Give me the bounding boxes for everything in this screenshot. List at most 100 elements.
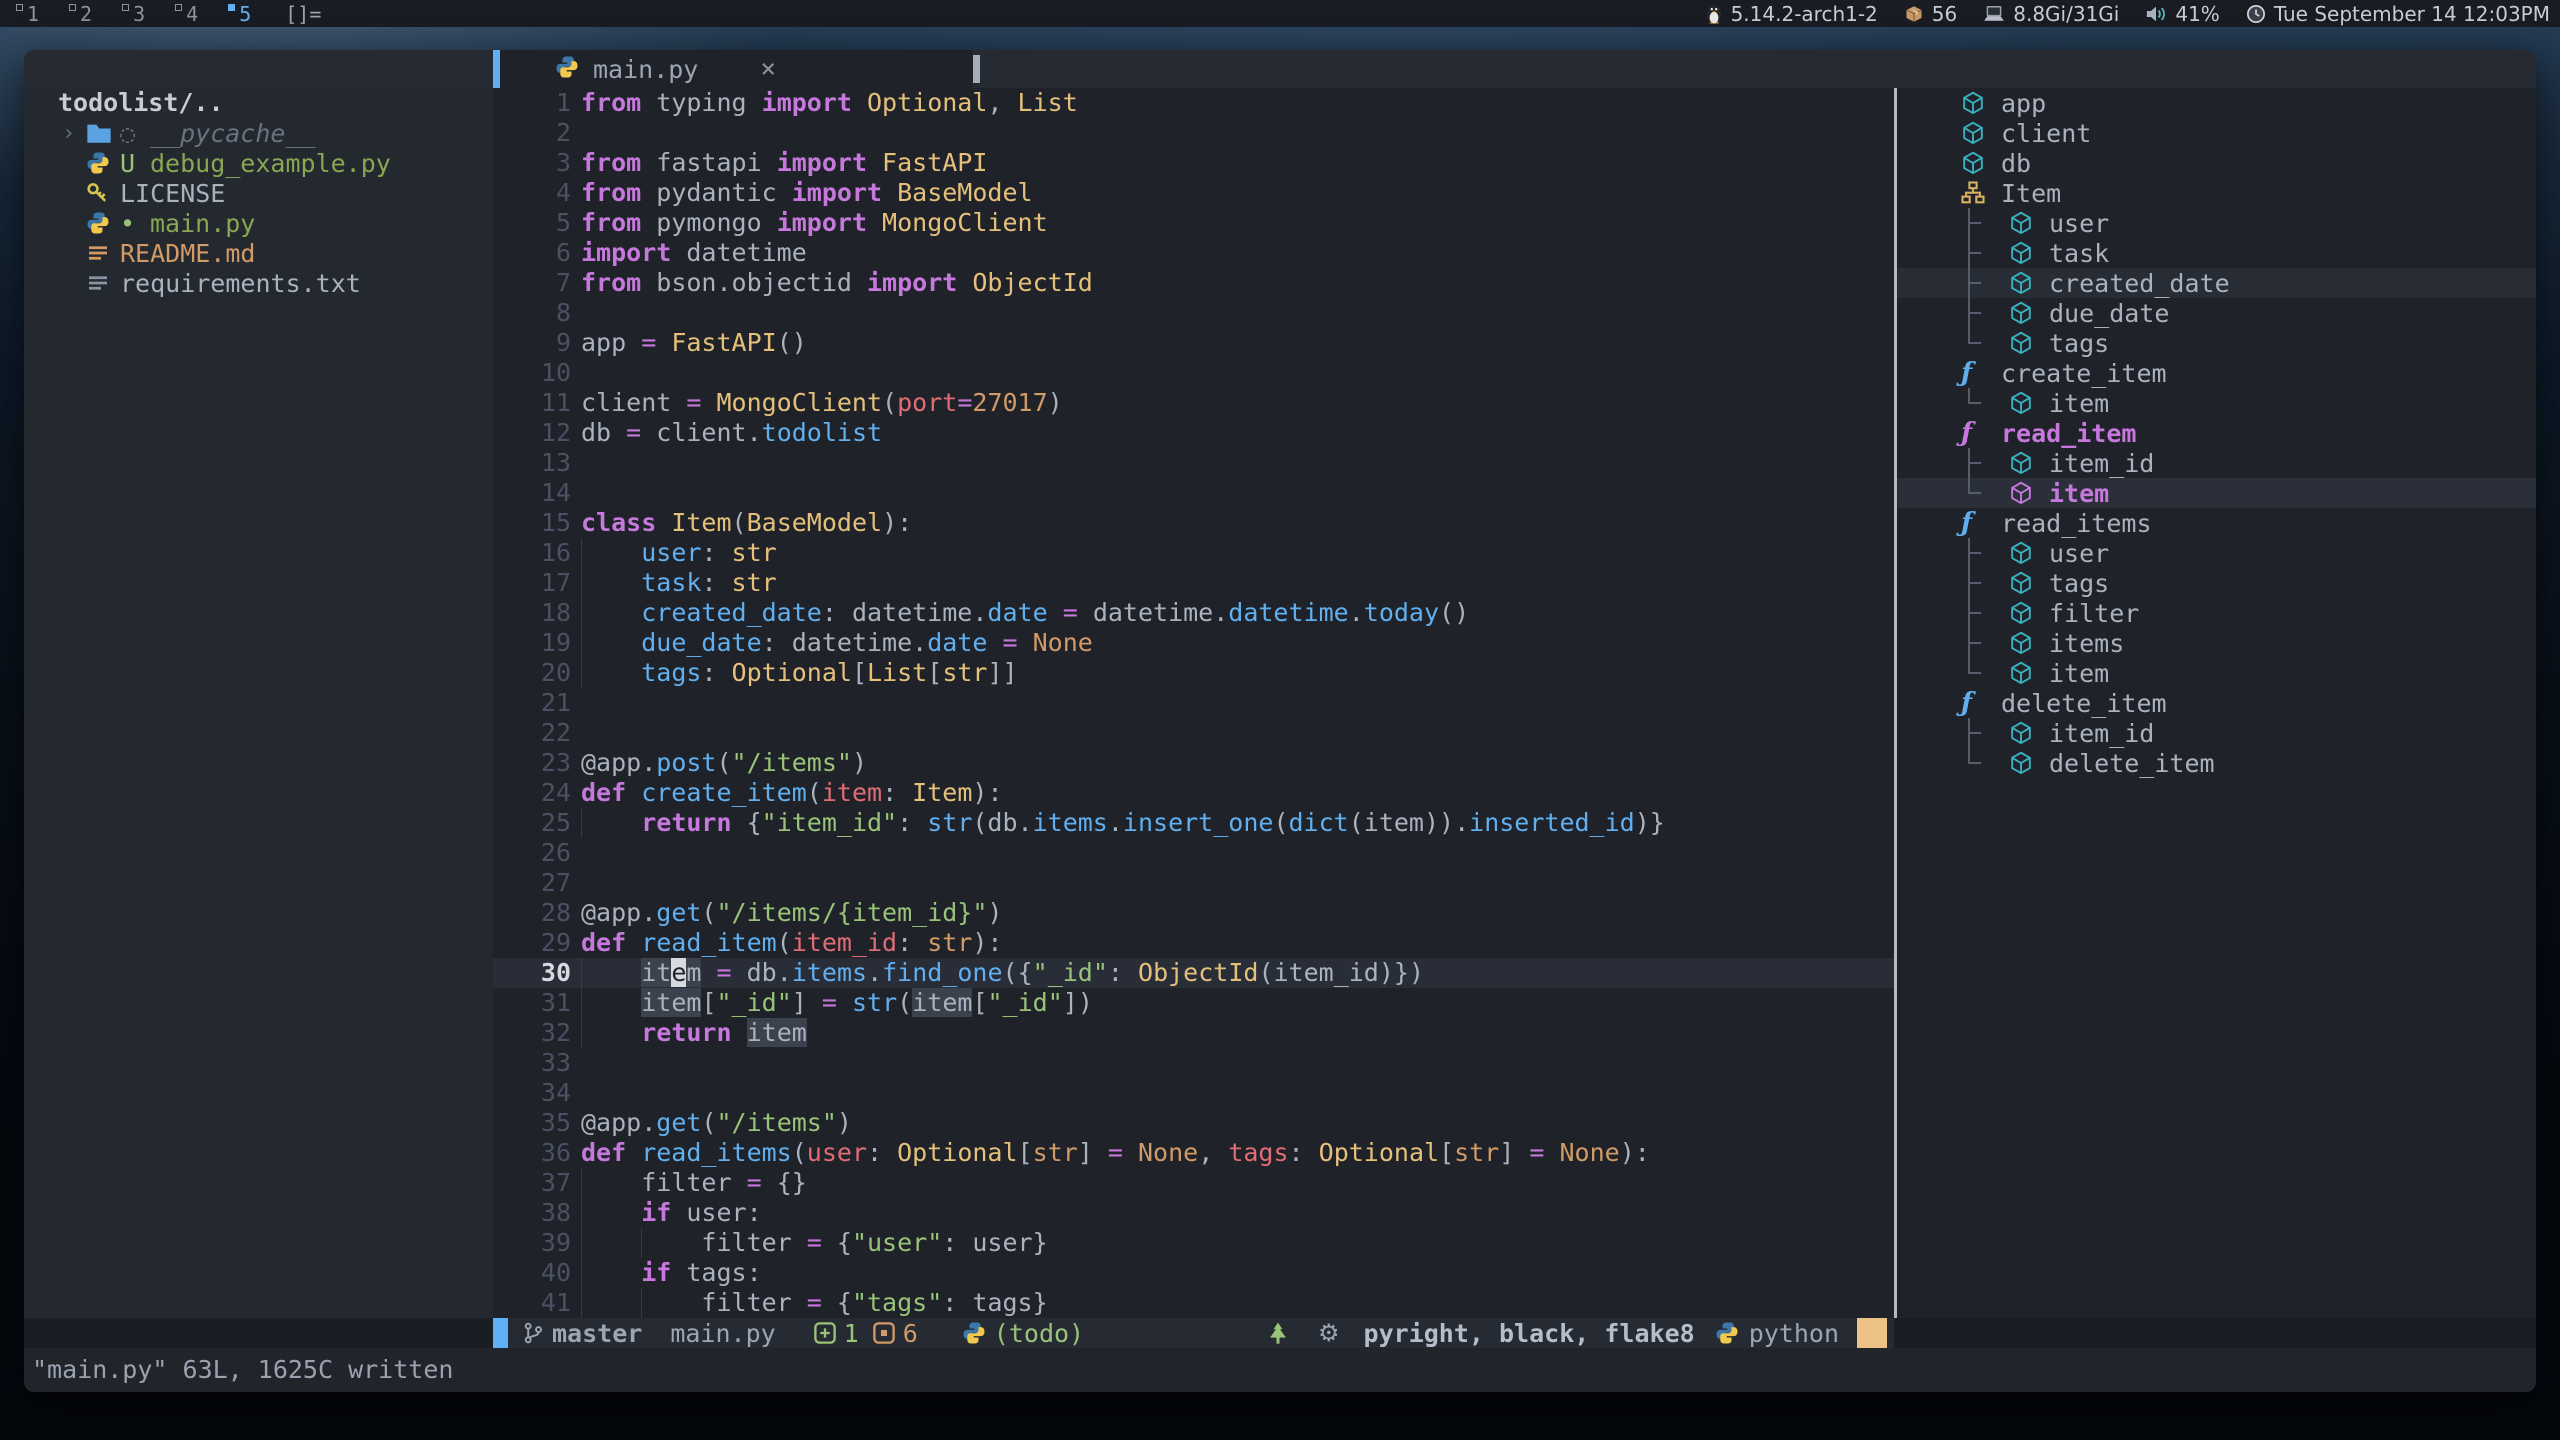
file-tree-item-main.py[interactable]: •main.py <box>24 208 493 238</box>
code-line-2[interactable]: 2 <box>493 118 1894 148</box>
tag-item-tags[interactable]: tags <box>1897 568 2536 598</box>
file-tree-item-debug_example.py[interactable]: Udebug_example.py <box>24 148 493 178</box>
code-line-37[interactable]: 37 filter = {} <box>493 1168 1894 1198</box>
code-line-12[interactable]: 12db = client.todolist <box>493 418 1894 448</box>
code-line-29[interactable]: 29def read_item(item_id: str): <box>493 928 1894 958</box>
variable-cube-icon <box>2009 331 2035 356</box>
code-line-18[interactable]: 18 created_date: datetime.date = datetim… <box>493 598 1894 628</box>
tag-name: read_item <box>2001 419 2136 448</box>
tag-item-item[interactable]: item <box>1897 658 2536 688</box>
code-line-7[interactable]: 7from bson.objectid import ObjectId <box>493 268 1894 298</box>
tag-name: db <box>2001 149 2031 178</box>
code-line-31[interactable]: 31 item["_id"] = str(item["_id"]) <box>493 988 1894 1018</box>
code-line-24[interactable]: 24def create_item(item: Item): <box>493 778 1894 808</box>
line-number: 19 <box>493 628 571 658</box>
tree-connector <box>1961 208 2009 238</box>
code-line-21[interactable]: 21 <box>493 688 1894 718</box>
code-line-5[interactable]: 5from pymongo import MongoClient <box>493 208 1894 238</box>
tag-item-item[interactable]: item <box>1897 388 2536 418</box>
workspace-2[interactable]: 2 <box>69 1 92 27</box>
file-tree-item-requirements.txt[interactable]: requirements.txt <box>24 268 493 298</box>
line-number: 3 <box>493 148 571 178</box>
tag-item-item_id[interactable]: item_id <box>1897 718 2536 748</box>
code-line-38[interactable]: 38 if user: <box>493 1198 1894 1228</box>
code-line-4[interactable]: 4from pydantic import BaseModel <box>493 178 1894 208</box>
variable-cube-icon <box>1961 151 1987 176</box>
workspace-1[interactable]: 1 <box>16 1 39 27</box>
file-tree-item-README.md[interactable]: README.md <box>24 238 493 268</box>
tag-item-delete_item[interactable]: ƒdelete_item <box>1897 688 2536 718</box>
tag-item-app[interactable]: app <box>1897 88 2536 118</box>
code-line-20[interactable]: 20 tags: Optional[List[str]] <box>493 658 1894 688</box>
tag-item-tags[interactable]: tags <box>1897 328 2536 358</box>
code-line-6[interactable]: 6import datetime <box>493 238 1894 268</box>
code-line-8[interactable]: 8 <box>493 298 1894 328</box>
tag-item-client[interactable]: client <box>1897 118 2536 148</box>
code-line-32[interactable]: 32 return item <box>493 1018 1894 1048</box>
tag-item-delete_item[interactable]: delete_item <box>1897 748 2536 778</box>
tag-item-read_item[interactable]: ƒread_item <box>1897 418 2536 448</box>
tag-item-Item[interactable]: Item <box>1897 178 2536 208</box>
file-name: debug_example.py <box>150 149 391 178</box>
tag-item-items[interactable]: items <box>1897 628 2536 658</box>
function-icon: ƒ <box>1961 690 1987 716</box>
workspace-indicator-square <box>16 4 23 11</box>
tag-item-user[interactable]: user <box>1897 538 2536 568</box>
code-line-25[interactable]: 25 return {"item_id": str(db.items.inser… <box>493 808 1894 838</box>
code-line-22[interactable]: 22 <box>493 718 1894 748</box>
code-line-14[interactable]: 14 <box>493 478 1894 508</box>
workspace-3[interactable]: 3 <box>122 1 145 27</box>
speaker-icon <box>2145 4 2167 24</box>
code-line-39[interactable]: 39 filter = {"user": user} <box>493 1228 1894 1258</box>
code-line-1[interactable]: 1from typing import Optional, List <box>493 88 1894 118</box>
code-line-41[interactable]: 41 filter = {"tags": tags} <box>493 1288 1894 1318</box>
tag-item-item_id[interactable]: item_id <box>1897 448 2536 478</box>
code-line-19[interactable]: 19 due_date: datetime.date = None <box>493 628 1894 658</box>
code-text: app = FastAPI() <box>581 328 807 358</box>
file-tree-item-__pycache__[interactable]: ›◌__pycache__ <box>24 118 493 148</box>
code-line-11[interactable]: 11client = MongoClient(port=27017) <box>493 388 1894 418</box>
code-line-13[interactable]: 13 <box>493 448 1894 478</box>
workspace-5[interactable]: 5 <box>228 1 251 27</box>
code-line-23[interactable]: 23@app.post("/items") <box>493 748 1894 778</box>
line-number: 4 <box>493 178 571 208</box>
code-line-28[interactable]: 28@app.get("/items/{item_id}") <box>493 898 1894 928</box>
code-line-26[interactable]: 26 <box>493 838 1894 868</box>
tag-item-task[interactable]: task <box>1897 238 2536 268</box>
tab-main-py[interactable]: main.py × <box>493 50 973 88</box>
code-line-30[interactable]: 30 item = db.items.find_one({"_id": Obje… <box>493 958 1894 988</box>
code-line-9[interactable]: 9app = FastAPI() <box>493 328 1894 358</box>
code-editor-pane[interactable]: 1from typing import Optional, List23from… <box>493 88 1894 1318</box>
code-line-35[interactable]: 35@app.get("/items") <box>493 1108 1894 1138</box>
layout-symbol: []= <box>285 2 321 26</box>
file-tree-item-LICENSE[interactable]: LICENSE <box>24 178 493 208</box>
tag-item-created_date[interactable]: created_date <box>1897 268 2536 298</box>
code-line-16[interactable]: 16 user: str <box>493 538 1894 568</box>
tag-item-read_items[interactable]: ƒread_items <box>1897 508 2536 538</box>
line-number: 7 <box>493 268 571 298</box>
code-text: class Item(BaseModel): <box>581 508 912 538</box>
workspace-4[interactable]: 4 <box>175 1 198 27</box>
tag-item-due_date[interactable]: due_date <box>1897 298 2536 328</box>
code-line-34[interactable]: 34 <box>493 1078 1894 1108</box>
variable-cube-icon <box>2009 601 2035 626</box>
code-line-17[interactable]: 17 task: str <box>493 568 1894 598</box>
tag-item-create_item[interactable]: ƒcreate_item <box>1897 358 2536 388</box>
code-text: filter = {"tags": tags} <box>581 1288 1048 1318</box>
code-line-33[interactable]: 33 <box>493 1048 1894 1078</box>
line-number: 15 <box>493 508 571 538</box>
code-line-40[interactable]: 40 if tags: <box>493 1258 1894 1288</box>
statusline: master main.py 1 6 (todo) ⚙ pyright, bla… <box>24 1318 2536 1348</box>
variable-cube-icon <box>2009 751 2035 776</box>
tag-item-user[interactable]: user <box>1897 208 2536 238</box>
code-line-27[interactable]: 27 <box>493 868 1894 898</box>
code-line-3[interactable]: 3from fastapi import FastAPI <box>493 148 1894 178</box>
tag-item-filter[interactable]: filter <box>1897 598 2536 628</box>
tab-close-icon[interactable]: × <box>760 54 776 84</box>
code-line-15[interactable]: 15 class Item(BaseModel): <box>493 508 1894 538</box>
file-tree-root[interactable]: todolist/.. <box>24 88 493 118</box>
code-line-10[interactable]: 10 <box>493 358 1894 388</box>
tag-item-db[interactable]: db <box>1897 148 2536 178</box>
tag-item-item[interactable]: item <box>1897 478 2536 508</box>
code-line-36[interactable]: 36def read_items(user: Optional[str] = N… <box>493 1138 1894 1168</box>
